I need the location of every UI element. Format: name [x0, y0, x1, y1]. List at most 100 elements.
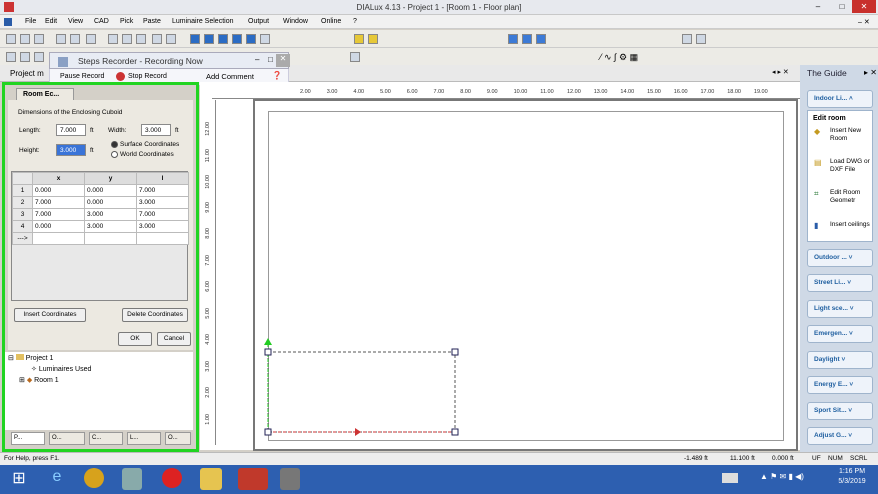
grid-icon[interactable] — [508, 34, 518, 44]
room-outline[interactable] — [255, 335, 470, 445]
menu-pick[interactable]: Pick — [120, 18, 133, 25]
tab-output[interactable]: O... — [165, 432, 191, 445]
help-icon[interactable]: ❓ — [272, 71, 282, 80]
table-icon[interactable] — [682, 34, 692, 44]
corner-handle[interactable] — [451, 428, 459, 436]
preview-icon[interactable] — [70, 34, 80, 44]
undo-icon[interactable] — [152, 34, 162, 44]
cut-icon[interactable] — [108, 34, 118, 44]
mdi-controls[interactable]: – ✕ — [858, 18, 870, 26]
tab-luminaires[interactable]: L... — [127, 432, 161, 445]
ok-button[interactable]: OK — [118, 332, 152, 346]
width-field[interactable]: 3.000 — [141, 124, 171, 136]
view-back-icon[interactable] — [246, 34, 256, 44]
menu-online[interactable]: Online — [321, 18, 341, 25]
grid2-icon[interactable] — [522, 34, 532, 44]
print-icon[interactable] — [56, 34, 66, 44]
keyboard-icon[interactable] — [722, 473, 738, 483]
add-comment-button[interactable]: Add Comment — [206, 72, 254, 81]
maximize-button[interactable]: □ — [830, 0, 854, 13]
paste-icon[interactable] — [136, 34, 146, 44]
recorder-close[interactable]: ✕ — [276, 54, 290, 67]
corner-handle[interactable] — [264, 428, 272, 436]
insert-new-room-link[interactable]: Insert New Room — [830, 127, 870, 143]
tab-objects[interactable]: O... — [49, 432, 85, 445]
recorder-minimize[interactable]: – — [255, 55, 259, 64]
ie-icon[interactable]: e — [44, 468, 70, 490]
pan-icon[interactable] — [34, 52, 44, 62]
view-front-icon[interactable] — [232, 34, 242, 44]
tree-project-node[interactable]: ⊟ Project 1 — [8, 354, 53, 362]
delete-coordinates-button[interactable]: Delete Coordinates — [122, 308, 188, 322]
cancel-button[interactable]: Cancel — [157, 332, 191, 346]
guide-section-indoor[interactable]: Indoor Li... ˄ — [807, 90, 873, 108]
view-side-icon[interactable] — [218, 34, 228, 44]
menu-paste[interactable]: Paste — [143, 18, 161, 25]
view-3d-icon[interactable] — [190, 34, 200, 44]
calc-all-icon[interactable] — [368, 34, 378, 44]
snap-icon[interactable] — [350, 52, 360, 62]
tray-icons[interactable]: ▲ ⚑ ✉ ▮ ◀) — [760, 472, 804, 481]
minimize-button[interactable]: – — [806, 0, 830, 13]
menu-cad[interactable]: CAD — [94, 18, 109, 25]
world-coords-radio[interactable] — [111, 151, 118, 158]
pdf-icon[interactable] — [86, 34, 96, 44]
recorder-maximize[interactable]: □ — [268, 55, 273, 64]
copy-icon[interactable] — [122, 34, 132, 44]
zoom-icon[interactable] — [260, 34, 270, 44]
guide-section-light-scenes[interactable]: Light sce... ˅ — [807, 300, 873, 318]
guide-section-emergency[interactable]: Emergen... ˅ — [807, 325, 873, 343]
table-row[interactable]: 3 7.000 3.000 7.000 — [12, 208, 189, 221]
table-row-new[interactable]: ---> — [12, 232, 189, 245]
rotate-icon[interactable] — [20, 52, 30, 62]
save-icon[interactable] — [34, 34, 44, 44]
edit-room-geometry-link[interactable]: Edit Room Geometr — [830, 189, 870, 205]
menu-edit[interactable]: Edit — [45, 18, 57, 25]
guide-section-daylight[interactable]: Daylight ˅ — [807, 351, 873, 369]
table-row[interactable]: 4 0.000 3.000 3.000 — [12, 220, 189, 233]
columns-icon[interactable] — [696, 34, 706, 44]
height-field[interactable]: 3.000 — [56, 144, 86, 156]
project-tab[interactable]: Project m — [10, 69, 44, 78]
load-dwg-link[interactable]: Load DWG or DXF File — [830, 158, 870, 174]
pause-record-button[interactable]: Pause Record — [60, 73, 104, 80]
guide-section-sport[interactable]: Sport Sit... ˅ — [807, 402, 873, 420]
close-button[interactable]: ✕ — [852, 0, 876, 13]
tree-luminaires-node[interactable]: ✧ Luminaires Used — [31, 365, 91, 373]
length-field[interactable]: 7.000 — [56, 124, 86, 136]
redo-icon[interactable] — [166, 34, 176, 44]
surface-coords-radio[interactable] — [111, 141, 118, 148]
new-icon[interactable] — [6, 34, 16, 44]
coordinates-table[interactable]: xyl 1 0.000 0.000 7.000 2 7.000 0.000 3.000 37… — [11, 171, 189, 301]
guide-section-adjust[interactable]: Adjust G... ˅ — [807, 427, 873, 445]
tree-room-node[interactable]: ⊞ ◆ Room 1 — [19, 376, 59, 384]
tab-colors[interactable]: C... — [89, 432, 123, 445]
guide-close-icon[interactable]: ▸ ✕ — [864, 68, 877, 77]
menu-output[interactable]: Output — [248, 18, 269, 25]
steps-recorder-taskbar-icon[interactable] — [280, 468, 300, 490]
corner-handle[interactable] — [264, 348, 272, 356]
menu-window[interactable]: Window — [283, 18, 308, 25]
insert-ceilings-link[interactable]: Insert ceilings — [830, 221, 870, 229]
stop-record-button[interactable]: Stop Record — [128, 73, 167, 80]
panel-nav-icon[interactable]: ◂ ▸ ✕ — [772, 68, 789, 76]
view-floor-icon[interactable] — [204, 34, 214, 44]
chrome-icon[interactable] — [84, 468, 104, 488]
guide-section-outdoor[interactable]: Outdoor ... ˅ — [807, 249, 873, 267]
menu-luminaire-selection[interactable]: Luminaire Selection — [172, 18, 233, 25]
open-icon[interactable] — [20, 34, 30, 44]
guide-section-street[interactable]: Street Li... ˅ — [807, 274, 873, 292]
grid3-icon[interactable] — [536, 34, 546, 44]
menu-help[interactable]: ? — [353, 18, 357, 25]
explorer-icon[interactable] — [200, 468, 222, 490]
draw-tools-icon[interactable]: ⁄ ∿ ∫ ⚙ ▦ — [600, 52, 650, 62]
selected-room-rect[interactable] — [267, 351, 456, 433]
opera-icon[interactable] — [162, 468, 182, 488]
insert-coordinates-button[interactable]: Insert Coordinates — [14, 308, 86, 322]
menu-view[interactable]: View — [68, 18, 83, 25]
dialux-taskbar-icon[interactable] — [238, 468, 268, 490]
menu-file[interactable]: File — [25, 18, 36, 25]
select-icon[interactable] — [6, 52, 16, 62]
tab-project[interactable]: P... — [11, 432, 45, 445]
table-row[interactable]: 2 7.000 0.000 3.000 — [12, 196, 189, 209]
